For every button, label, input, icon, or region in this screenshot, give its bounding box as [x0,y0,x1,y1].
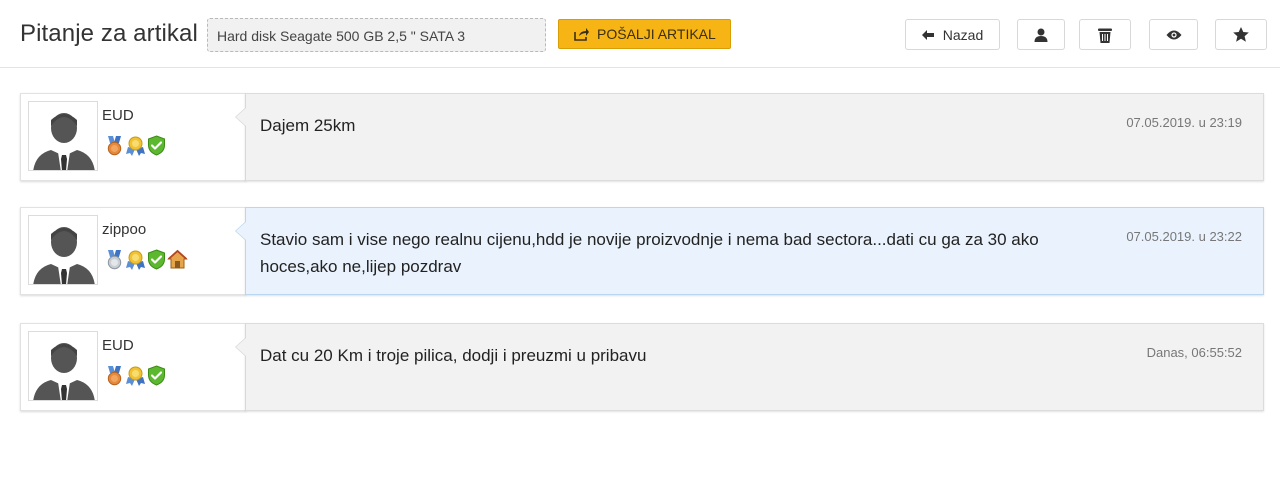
message-text: Stavio sam i vise nego realnu cijenu,hdd… [260,230,1039,276]
medal-silver-icon [104,249,125,270]
user-badges [104,249,188,270]
medal-bronze-icon [104,365,125,386]
award-ribbon-icon [125,135,146,156]
watch-button[interactable] [1149,19,1198,50]
back-button[interactable]: Nazad [905,19,1000,50]
message: EUD Dat cu 20 Km i troje pilica, dodji i… [20,323,1264,411]
user-badges [104,365,167,386]
message-text: Dajem 25km [260,116,356,135]
avatar[interactable] [28,101,98,171]
favorite-button[interactable] [1215,19,1267,50]
user-card: EUD [20,93,246,181]
avatar[interactable] [28,215,98,285]
page-title: Pitanje za artikal [20,20,198,47]
house-icon [167,249,188,270]
user-badges [104,135,167,156]
message-bubble-highlighted: Stavio sam i vise nego realnu cijenu,hdd… [235,207,1264,295]
username[interactable]: EUD [102,337,134,354]
avatar-silhouette-icon [29,332,98,401]
user-card: EUD [20,323,246,411]
page-header: Pitanje za artikal Hard disk Seagate 500… [0,0,1280,68]
send-article-button[interactable]: POŠALJI ARTIKAL [558,19,731,49]
back-label: Nazad [942,26,984,43]
username[interactable]: EUD [102,107,134,124]
share-icon [574,28,589,41]
eye-icon [1166,30,1181,39]
verified-shield-icon [146,249,167,270]
avatar[interactable] [28,331,98,401]
message-text: Dat cu 20 Km i troje pilica, dodji i pre… [260,346,647,365]
avatar-silhouette-icon [29,216,98,285]
send-article-label: POŠALJI ARTIKAL [597,26,716,42]
article-name-field[interactable]: Hard disk Seagate 500 GB 2,5 " SATA 3 [207,18,546,52]
trash-icon [1098,28,1112,43]
message-bubble: Dajem 25km 07.05.2019. u 23:19 [235,93,1264,181]
message-timestamp: Danas, 06:55:52 [1146,345,1242,360]
message-timestamp: 07.05.2019. u 23:19 [1126,115,1242,130]
user-card: zippoo [20,207,246,295]
user-icon [1034,28,1048,42]
message-timestamp: 07.05.2019. u 23:22 [1126,229,1242,244]
avatar-silhouette-icon [29,102,98,171]
verified-shield-icon [146,365,167,386]
award-ribbon-icon [125,365,146,386]
star-icon [1233,27,1249,42]
message: zippoo Stavio sam i vise nego realnu cij… [20,207,1264,295]
delete-button[interactable] [1079,19,1131,50]
verified-shield-icon [146,135,167,156]
message-bubble: Dat cu 20 Km i troje pilica, dodji i pre… [235,323,1264,411]
award-ribbon-icon [125,249,146,270]
user-profile-button[interactable] [1017,19,1065,50]
message: EUD Dajem 25km 07.05.2019. u 23:19 [20,93,1264,181]
username[interactable]: zippoo [102,221,146,238]
arrow-left-icon [921,29,934,40]
medal-bronze-icon [104,135,125,156]
